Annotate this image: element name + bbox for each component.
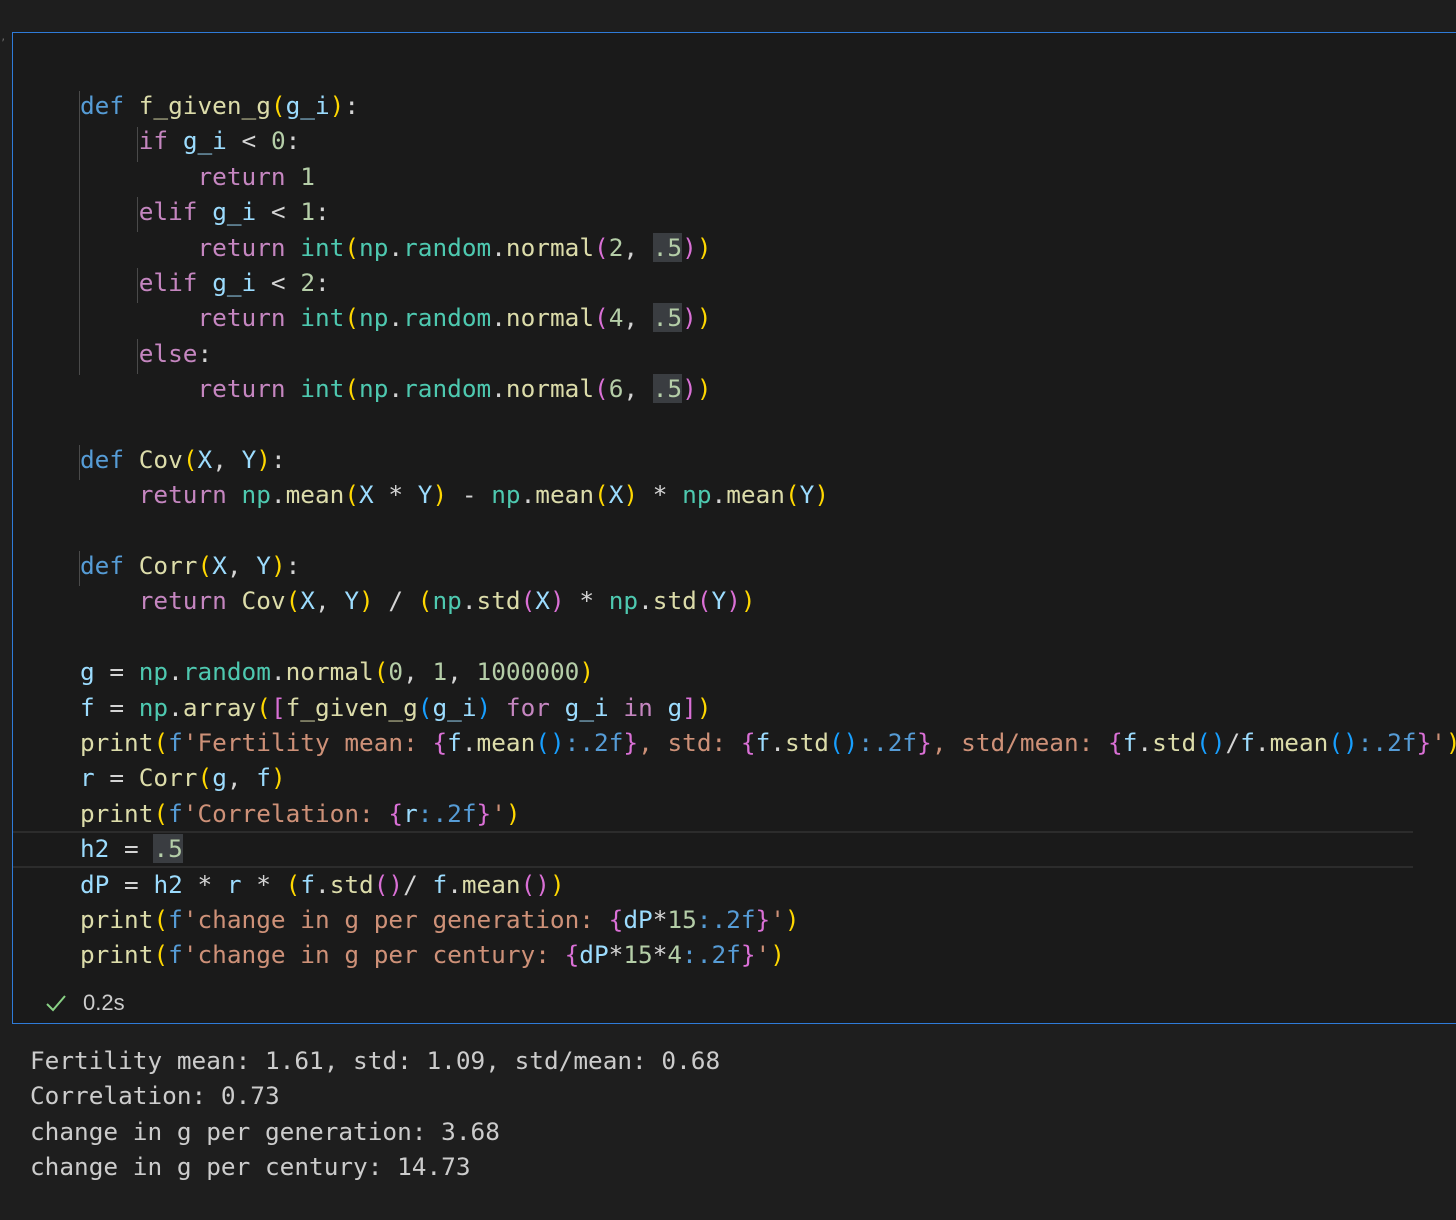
code-line[interactable]: elif g_i < 1: xyxy=(80,194,1456,229)
code-line-current[interactable]: h2 = .5 xyxy=(13,831,1456,869)
code-line[interactable]: dP = h2 * r * (f.std()/ f.mean()) xyxy=(80,867,1456,902)
code-line[interactable]: print(f'change in g per century: {dP*15*… xyxy=(80,937,1456,972)
code-line[interactable]: def Cov(X, Y): xyxy=(80,442,1456,477)
code-line[interactable]: return int(np.random.normal(6, .5)) xyxy=(80,371,1456,406)
code-line[interactable]: else: xyxy=(80,336,1456,371)
check-icon xyxy=(45,992,67,1014)
code-line[interactable]: return 1 xyxy=(80,159,1456,194)
output-line: Correlation: 0.73 xyxy=(30,1081,280,1111)
code-line[interactable]: print(f'change in g per generation: {dP*… xyxy=(80,902,1456,937)
code-line[interactable]: f = np.array([f_given_g(g_i) for g_i in … xyxy=(80,690,1456,725)
code-line[interactable]: g = np.random.normal(0, 1, 1000000) xyxy=(80,654,1456,689)
code-line[interactable]: elif g_i < 2: xyxy=(80,265,1456,300)
code-line[interactable]: return int(np.random.normal(4, .5)) xyxy=(80,300,1456,335)
code-line[interactable] xyxy=(80,513,1456,548)
code-editor[interactable]: def f_given_g(g_i): if g_i < 0: return 1… xyxy=(13,88,1456,973)
code-line[interactable]: def Corr(X, Y): xyxy=(80,548,1456,583)
keyword-def: def xyxy=(80,91,125,120)
code-line[interactable]: print(f'Correlation: {r:.2f}') xyxy=(80,796,1456,831)
cell-output: Fertility mean: 1.61, std: 1.09, std/mea… xyxy=(30,1043,720,1185)
output-line: change in g per century: 14.73 xyxy=(30,1152,471,1182)
code-line[interactable] xyxy=(80,407,1456,442)
code-line[interactable]: return int(np.random.normal(2, .5)) xyxy=(80,230,1456,265)
output-line: Fertility mean: 1.61, std: 1.09, std/mea… xyxy=(30,1046,721,1075)
code-cell[interactable]: def f_given_g(g_i): if g_i < 0: return 1… xyxy=(12,32,1456,1024)
code-line[interactable]: def f_given_g(g_i): xyxy=(80,88,1456,123)
execution-time: 0.2s xyxy=(83,990,125,1015)
code-line[interactable]: return Cov(X, Y) / (np.std(X) * np.std(Y… xyxy=(80,583,1456,618)
code-line[interactable]: print(f'Fertility mean: {f.mean():.2f}, … xyxy=(80,725,1456,760)
code-line[interactable] xyxy=(80,619,1456,654)
code-line[interactable]: if g_i < 0: xyxy=(80,123,1456,158)
top-strip xyxy=(0,0,1456,32)
cell-corner-mark: ’ xyxy=(0,38,7,49)
code-line[interactable]: return np.mean(X * Y) - np.mean(X) * np.… xyxy=(80,477,1456,512)
execution-status: 0.2s xyxy=(45,990,125,1016)
output-line: change in g per generation: 3.68 xyxy=(30,1116,500,1146)
code-line[interactable]: r = Corr(g, f) xyxy=(80,760,1456,795)
